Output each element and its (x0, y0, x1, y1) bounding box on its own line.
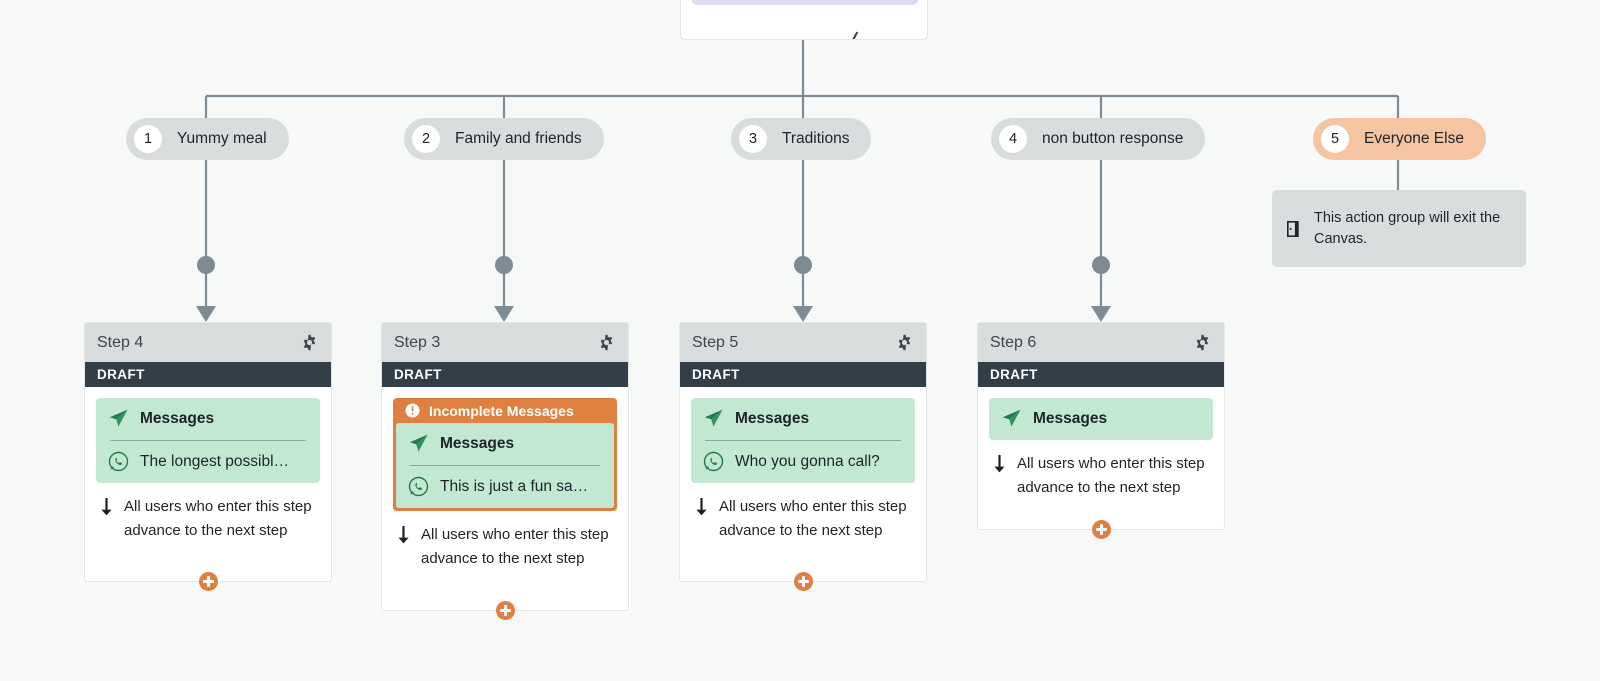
advance-text: All users who enter this step advance to… (124, 498, 312, 539)
paper-plane-icon (408, 433, 429, 454)
step-card-header: Step 6 (978, 323, 1224, 362)
messages-label: Messages (735, 409, 810, 427)
branch-number: 1 (134, 125, 162, 153)
flow-canvas: 1 Yummy meal 2 Family and friends 3 Trad… (0, 0, 1600, 681)
step-card-1[interactable]: Step 4 DRAFT Messages The longest possib… (84, 322, 332, 591)
draft-status-bar: DRAFT (978, 362, 1224, 387)
messages-label: Messages (440, 434, 515, 452)
step-title: Step 6 (990, 333, 1037, 351)
message-row[interactable]: This is just a fun sa… (408, 476, 602, 497)
branch-label: Yummy meal (177, 130, 267, 147)
paper-plane-icon (108, 408, 129, 429)
step-card-body: Incomplete Messages Messages This is jus… (382, 387, 628, 571)
step-title: Step 4 (97, 333, 144, 351)
branch-number: 4 (999, 125, 1027, 153)
messages-header: Messages (1001, 408, 1201, 429)
warning-icon (405, 403, 420, 418)
add-step-button[interactable] (1092, 520, 1111, 539)
exit-note-text: This action group will exit the Canvas. (1314, 209, 1501, 247)
gear-icon[interactable] (598, 334, 615, 351)
step-title: Step 5 (692, 333, 739, 351)
whatsapp-icon (108, 451, 129, 472)
messages-block[interactable]: Messages The longest possibl… (96, 398, 320, 483)
step-card-4[interactable]: Step 6 DRAFT Messages All users who ente… (977, 322, 1225, 539)
branch-chip-4[interactable]: 4 non button response (991, 118, 1206, 160)
step-card-2[interactable]: Step 3 DRAFT Incomplete Messages Message… (381, 322, 629, 620)
branch-chip-5[interactable]: 5 Everyone Else (1313, 118, 1486, 160)
paper-plane-icon (1001, 408, 1022, 429)
branch-chip-2[interactable]: 2 Family and friends (404, 118, 604, 160)
advance-note: All users who enter this step advance to… (989, 440, 1213, 500)
gear-icon[interactable] (1194, 334, 1211, 351)
door-exit-icon (1286, 220, 1302, 238)
parent-action-band (692, 0, 918, 39)
messages-divider (410, 465, 600, 466)
step-card-header: Step 4 (85, 323, 331, 362)
draft-label: DRAFT (394, 367, 442, 382)
incomplete-header: Incomplete Messages (396, 398, 614, 423)
down-arrow-icon (693, 497, 710, 516)
step-card-header: Step 5 (680, 323, 926, 362)
step-card-header: Step 3 (382, 323, 628, 362)
message-text: The longest possibl… (140, 452, 290, 470)
advance-text: All users who enter this step advance to… (1017, 455, 1205, 496)
parent-step-card[interactable] (680, 0, 928, 40)
branch-chip-1[interactable]: 1 Yummy meal (126, 118, 289, 160)
branch-chip-3[interactable]: 3 Traditions (731, 118, 872, 160)
branch-label: Traditions (782, 130, 850, 147)
add-step-button[interactable] (199, 572, 218, 591)
advance-note: All users who enter this step advance to… (96, 483, 320, 543)
incomplete-messages-wrapper[interactable]: Incomplete Messages Messages This is jus… (393, 398, 617, 511)
branch-label: Everyone Else (1364, 130, 1464, 147)
draft-label: DRAFT (97, 367, 145, 382)
message-row[interactable]: Who you gonna call? (703, 451, 903, 472)
step-title: Step 3 (394, 333, 441, 351)
advance-note: All users who enter this step advance to… (691, 483, 915, 543)
step-card-body: Messages The longest possibl… All users … (85, 387, 331, 543)
branch-label: Family and friends (455, 130, 582, 147)
messages-header: Messages (108, 408, 308, 429)
down-arrow-icon (98, 497, 115, 516)
message-row[interactable]: The longest possibl… (108, 451, 308, 472)
messages-block[interactable]: Messages This is just a fun sa… (396, 423, 614, 508)
gear-icon[interactable] (896, 334, 913, 351)
whatsapp-icon (703, 451, 724, 472)
messages-header: Messages (408, 433, 602, 454)
advance-note: All users who enter this step advance to… (393, 511, 617, 571)
branch-label: non button response (1042, 130, 1184, 147)
add-step-button[interactable] (496, 601, 515, 620)
gear-icon[interactable] (301, 334, 318, 351)
messages-divider (110, 440, 306, 441)
branch-number: 5 (1321, 125, 1349, 153)
messages-header: Messages (703, 408, 903, 429)
step-card-body: Messages Who you gonna call? All users w… (680, 387, 926, 543)
draft-status-bar: DRAFT (382, 362, 628, 387)
messages-label: Messages (140, 409, 215, 427)
draft-label: DRAFT (990, 367, 1038, 382)
draft-label: DRAFT (692, 367, 740, 382)
branch-number: 2 (412, 125, 440, 153)
down-arrow-icon (991, 454, 1008, 473)
branch-number: 3 (739, 125, 767, 153)
down-arrow-icon (395, 525, 412, 544)
messages-block[interactable]: Messages Who you gonna call? (691, 398, 915, 483)
add-step-button[interactable] (794, 572, 813, 591)
messages-block[interactable]: Messages (989, 398, 1213, 440)
message-text: Who you gonna call? (735, 452, 880, 470)
exit-canvas-note: This action group will exit the Canvas. (1272, 190, 1526, 267)
paper-plane-icon (703, 408, 724, 429)
draft-status-bar: DRAFT (680, 362, 926, 387)
step-card-body: Messages All users who enter this step a… (978, 387, 1224, 500)
advance-text: All users who enter this step advance to… (719, 498, 907, 539)
whatsapp-icon (408, 476, 429, 497)
check-mark-icon (841, 26, 859, 39)
messages-divider (705, 440, 901, 441)
message-text: This is just a fun sa… (440, 477, 589, 495)
messages-label: Messages (1033, 409, 1108, 427)
step-card-3[interactable]: Step 5 DRAFT Messages Who you gonna call… (679, 322, 927, 591)
draft-status-bar: DRAFT (85, 362, 331, 387)
incomplete-label: Incomplete Messages (429, 402, 574, 419)
advance-text: All users who enter this step advance to… (421, 526, 609, 567)
